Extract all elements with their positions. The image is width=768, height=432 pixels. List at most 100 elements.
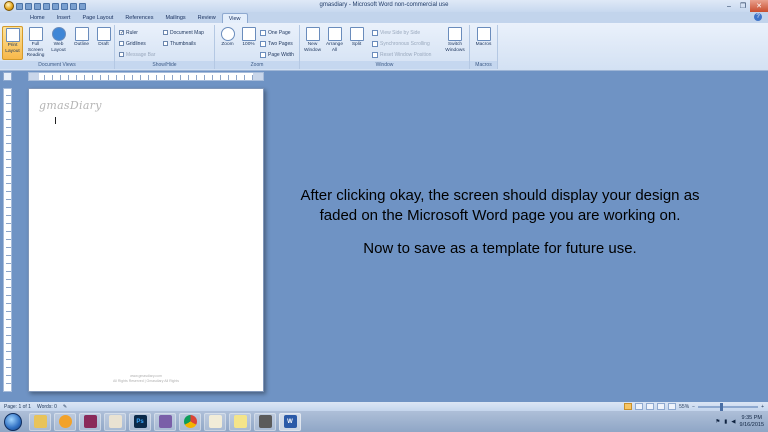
photoshop-icon[interactable]: Ps <box>129 412 151 431</box>
web-layout-button[interactable]: Web Layout <box>48 26 69 60</box>
zoom-100-icon <box>241 27 256 41</box>
outline-label: Outline <box>73 42 90 47</box>
close-button[interactable]: ✕ <box>750 0 768 12</box>
print-layout-button[interactable]: Print Layout <box>2 26 23 60</box>
help-icon[interactable]: ? <box>754 13 762 21</box>
explorer-icon[interactable] <box>29 412 51 431</box>
document-page[interactable]: gmasDiary www.gmasdiary.com All Rights R… <box>28 88 264 392</box>
window-controls: – ❐ ✕ <box>722 0 768 12</box>
start-button-icon[interactable] <box>4 412 22 431</box>
reset-window-icon <box>372 51 378 58</box>
draft-label: Draft <box>98 42 109 47</box>
zoom-level[interactable]: 55% <box>679 404 689 410</box>
full-screen-view-icon[interactable] <box>635 403 644 410</box>
sticky-notes-icon[interactable] <box>229 412 251 431</box>
winrar-icon[interactable] <box>79 412 101 431</box>
switch-windows-button[interactable]: Switch Windows <box>443 26 467 60</box>
game-icon[interactable] <box>154 412 176 431</box>
volume-icon[interactable]: ◀ <box>731 419 735 425</box>
horizontal-ruler[interactable] <box>28 72 264 81</box>
reset-window-position-button[interactable]: Reset Window Position <box>372 50 431 59</box>
draft-button[interactable]: Draft <box>93 26 114 60</box>
print-layout-view-icon[interactable] <box>624 403 633 410</box>
split-button[interactable]: Split <box>346 26 367 60</box>
title-bar: gmasdiary - Microsoft Word non-commercia… <box>0 0 768 12</box>
web-layout-label: Web Layout <box>51 42 66 53</box>
page-width-icon <box>260 51 266 58</box>
ruler-checkbox[interactable]: ✓ Ruler <box>119 28 138 37</box>
arrange-all-button[interactable]: Arrange All <box>324 26 345 60</box>
message-bar-label: Message Bar <box>126 51 156 58</box>
new-window-button[interactable]: New Window <box>302 26 323 60</box>
zoom-slider-thumb[interactable] <box>720 402 724 411</box>
tab-home[interactable]: Home <box>24 13 51 23</box>
proofing-icon[interactable]: ✎ <box>63 404 67 410</box>
paint-icon[interactable] <box>104 412 126 431</box>
two-pages-button[interactable]: Two Pages <box>260 39 293 48</box>
flag-icon[interactable]: ⚑ <box>715 419 720 425</box>
minimize-button[interactable]: – <box>722 0 736 12</box>
macros-label: Macros <box>475 42 492 47</box>
tab-page-layout[interactable]: Page Layout <box>76 13 119 23</box>
ribbon: Print Layout Full Screen Reading Web Lay… <box>0 23 768 71</box>
split-label: Split <box>351 42 362 47</box>
footer-line-2: All Rights Reserved | Gmasdiary All Righ… <box>112 378 180 383</box>
network-icon[interactable]: ▮ <box>724 419 727 425</box>
zoom-button[interactable]: Zoom <box>217 26 238 60</box>
instruction-line-1: After clicking okay, the screen should d… <box>300 187 700 224</box>
instruction-text: After clicking okay, the screen should d… <box>290 186 710 272</box>
restore-button[interactable]: ❐ <box>736 0 750 12</box>
ruler-check-icon: ✓ <box>119 30 125 36</box>
full-screen-reading-button[interactable]: Full Screen Reading <box>25 26 46 60</box>
two-pages-icon <box>260 40 266 47</box>
one-page-label: One Page <box>268 29 291 36</box>
two-pages-label: Two Pages <box>268 40 293 47</box>
status-bar: Page: 1 of 1 Words: 0 ✎ 55% − + <box>0 402 768 411</box>
tab-view[interactable]: View <box>221 13 248 23</box>
zoom-in-icon[interactable]: + <box>761 404 764 410</box>
chrome-icon[interactable] <box>179 412 201 431</box>
vertical-ruler[interactable] <box>3 88 12 392</box>
draft-view-icon[interactable] <box>668 403 677 410</box>
page-width-button[interactable]: Page Width <box>260 50 294 59</box>
zoom-100-label: 100% <box>242 42 255 47</box>
page-width-label: Page Width <box>268 51 294 58</box>
outline-button[interactable]: Outline <box>71 26 92 60</box>
zoom-slider[interactable] <box>698 402 759 411</box>
zoom-out-icon[interactable]: − <box>692 404 695 410</box>
macros-button[interactable]: Macros <box>473 26 494 60</box>
message-bar-checkbox[interactable]: Message Bar <box>119 50 155 59</box>
document-map-check-icon <box>163 30 168 35</box>
tab-references[interactable]: References <box>119 13 159 23</box>
tab-review[interactable]: Review <box>192 13 222 23</box>
tab-mailings[interactable]: Mailings <box>159 13 191 23</box>
web-layout-view-icon[interactable] <box>646 403 655 410</box>
clock[interactable]: 9:35 PM 9/16/2015 <box>740 415 764 429</box>
instruction-line-2: Now to save as a template for future use… <box>363 240 637 257</box>
ruler-ticks <box>29 75 263 80</box>
view-side-by-side-button[interactable]: View Side by Side <box>372 28 420 37</box>
sync-scrolling-button[interactable]: Synchronous Scrolling <box>372 39 430 48</box>
thumbnails-label: Thumbnails <box>170 40 196 47</box>
zoom-100-button[interactable]: 100% <box>238 26 259 60</box>
sync-scrolling-icon <box>372 40 378 47</box>
tab-selector[interactable] <box>3 72 12 81</box>
gridlines-checkbox[interactable]: Gridlines <box>119 39 146 48</box>
print-layout-label: Print Layout <box>5 43 20 54</box>
app-icon[interactable] <box>254 412 276 431</box>
tab-insert[interactable]: Insert <box>51 13 77 23</box>
thumbnails-checkbox[interactable]: Thumbnails <box>163 39 196 48</box>
page-count[interactable]: Page: 1 of 1 <box>4 404 31 410</box>
clock-time: 9:35 PM <box>741 414 762 421</box>
notepad-icon[interactable] <box>204 412 226 431</box>
gridlines-label: Gridlines <box>126 40 146 47</box>
media-player-icon[interactable] <box>54 412 76 431</box>
zoom-group-label: Zoom <box>215 61 299 69</box>
macros-group: Macros Macros <box>470 25 498 69</box>
outline-icon <box>74 27 89 41</box>
word-count[interactable]: Words: 0 <box>37 404 57 410</box>
outline-view-icon[interactable] <box>657 403 666 410</box>
document-map-checkbox[interactable]: Document Map <box>163 28 204 37</box>
one-page-button[interactable]: One Page <box>260 28 291 37</box>
word-taskbar-icon[interactable]: W <box>279 412 301 431</box>
